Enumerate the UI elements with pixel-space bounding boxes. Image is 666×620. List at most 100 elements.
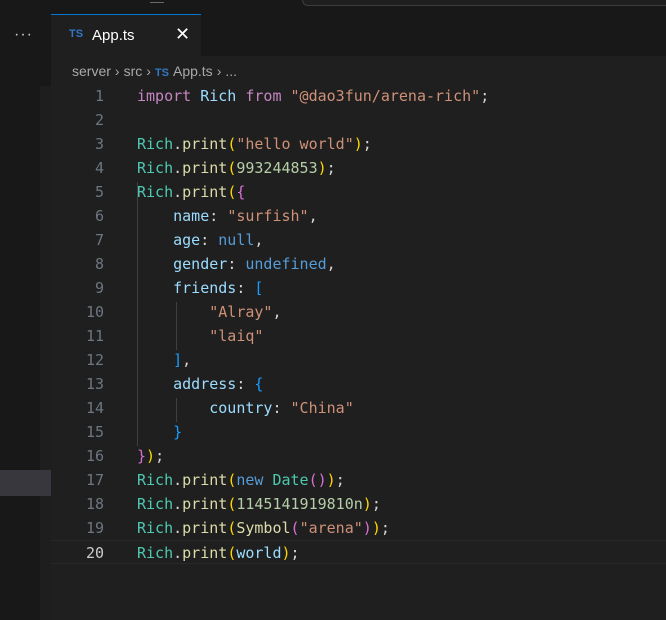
code-token: Rich — [137, 183, 174, 201]
breadcrumb-item-src[interactable]: src — [124, 63, 143, 79]
code-line[interactable]: 15 } — [51, 420, 666, 444]
code-line[interactable]: 2 — [51, 108, 666, 132]
line-number: 15 — [85, 423, 104, 441]
line-number: 10 — [85, 303, 104, 321]
line-code: Rich.print(1145141919810n); — [137, 492, 381, 516]
code-token: print — [182, 183, 228, 201]
code-token: "China" — [290, 399, 354, 417]
code-line[interactable]: 6 name: "surfish", — [51, 204, 666, 228]
line-code: } — [137, 420, 182, 444]
command-center[interactable] — [302, 0, 666, 6]
line-code: Rich.print("hello world"); — [137, 132, 372, 156]
code-token: . — [173, 495, 183, 513]
selected-row-highlight[interactable] — [0, 470, 51, 496]
line-number: 19 — [85, 519, 104, 537]
code-token: "Alray" — [209, 303, 273, 321]
more-actions-icon[interactable]: ··· — [14, 26, 33, 44]
code-token: { — [254, 375, 264, 393]
code-line[interactable]: 3 Rich.print("hello world"); — [51, 132, 666, 156]
line-code: friends: [ — [137, 276, 263, 300]
code-token: ( — [227, 471, 237, 489]
code-token: , — [326, 255, 336, 273]
code-token: friends — [173, 279, 237, 297]
code-token: ; — [380, 519, 390, 537]
code-token: . — [173, 471, 183, 489]
code-token: . — [173, 183, 183, 201]
code-token: () — [308, 471, 327, 489]
code-token: print — [182, 519, 228, 537]
code-line[interactable]: 20 Rich.print(world); — [51, 540, 666, 564]
code-token: ; — [335, 471, 345, 489]
line-number: 13 — [85, 375, 104, 393]
code-token: ; — [290, 544, 300, 562]
code-line[interactable]: 13 address: { — [51, 372, 666, 396]
line-number: 16 — [85, 447, 104, 465]
line-code: }); — [137, 444, 164, 468]
tab-label: App.ts — [92, 27, 135, 44]
code-token: : — [236, 375, 255, 393]
code-token: Rich — [137, 159, 174, 177]
line-number: 20 — [85, 544, 104, 562]
code-token: : — [209, 207, 228, 225]
code-line[interactable]: 18 Rich.print(1145141919810n); — [51, 492, 666, 516]
line-number: 9 — [94, 279, 104, 297]
code-line[interactable]: 19 Rich.print(Symbol("arena")); — [51, 516, 666, 540]
breadcrumb-item-symbols[interactable]: ... — [225, 63, 237, 79]
code-token: "@dao3fun/arena-rich" — [290, 87, 481, 105]
code-token: : — [272, 399, 291, 417]
code-token: ( — [227, 519, 237, 537]
code-line[interactable]: 11 "laiq" — [51, 324, 666, 348]
code-token: ) — [326, 471, 336, 489]
code-token: age — [173, 231, 201, 249]
code-editor[interactable]: 1 import Rich from "@dao3fun/arena-rich";… — [51, 86, 666, 620]
code-token: ; — [480, 87, 490, 105]
code-line[interactable]: 1 import Rich from "@dao3fun/arena-rich"; — [51, 84, 666, 108]
code-token: Rich — [137, 544, 174, 562]
code-token: ( — [290, 519, 300, 537]
code-line[interactable]: 17 Rich.print(new Date()); — [51, 468, 666, 492]
tab-app-ts[interactable]: TS App.ts ✕ — [51, 14, 201, 56]
close-icon[interactable]: ✕ — [175, 24, 190, 45]
title-fragment — [150, 0, 164, 3]
code-token: ] — [173, 351, 183, 369]
chevron-right-icon: › — [216, 63, 222, 79]
line-number: 4 — [94, 159, 104, 177]
code-line[interactable]: 14 country: "China" — [51, 396, 666, 420]
code-line[interactable]: 7 age: null, — [51, 228, 666, 252]
code-token: print — [182, 471, 228, 489]
code-token: import — [137, 87, 192, 105]
breadcrumb-item-file[interactable]: App.ts — [173, 63, 213, 79]
code-token: [ — [254, 279, 264, 297]
line-number: 18 — [85, 495, 104, 513]
code-line[interactable]: 4 Rich.print(993244853); — [51, 156, 666, 180]
line-number: 11 — [85, 327, 104, 345]
code-line[interactable]: 12 ], — [51, 348, 666, 372]
line-code: Rich.print(world); — [137, 541, 300, 565]
code-token: address — [173, 375, 237, 393]
code-line[interactable]: 8 gender: undefined, — [51, 252, 666, 276]
code-token: ) — [317, 159, 327, 177]
code-line[interactable]: 9 friends: [ — [51, 276, 666, 300]
code-token: "laiq" — [209, 327, 264, 345]
code-line[interactable]: 5 Rich.print({ — [51, 180, 666, 204]
line-number: 3 — [94, 135, 104, 153]
line-number: 12 — [85, 351, 104, 369]
line-code: "Alray", — [137, 300, 281, 324]
code-token: : — [200, 231, 219, 249]
line-code: name: "surfish", — [137, 204, 318, 228]
code-line[interactable]: 10 "Alray", — [51, 300, 666, 324]
code-token: Rich — [137, 135, 174, 153]
code-token: ; — [155, 447, 165, 465]
code-token: : — [227, 255, 246, 273]
code-line[interactable]: 16}); — [51, 444, 666, 468]
line-number: 6 — [94, 207, 104, 225]
line-code: gender: undefined, — [137, 252, 336, 276]
breadcrumb-item-server[interactable]: server — [72, 63, 111, 79]
code-token: Rich — [137, 519, 174, 537]
